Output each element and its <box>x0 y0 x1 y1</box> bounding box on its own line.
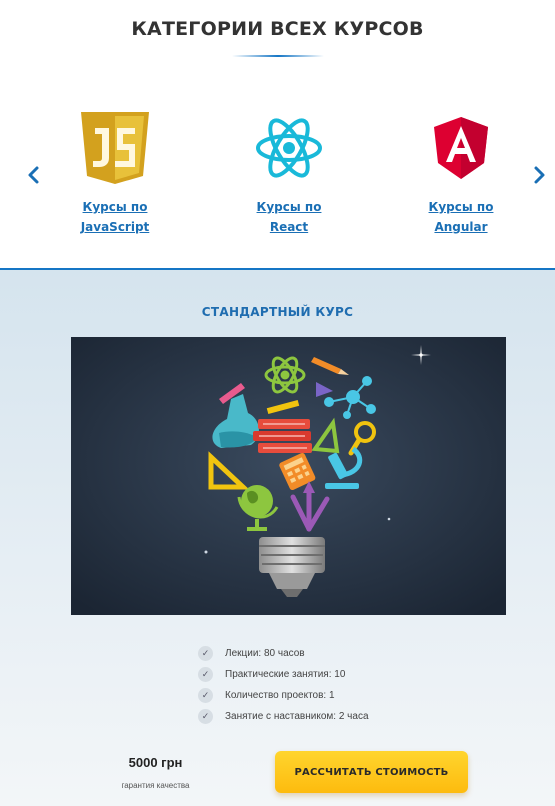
feature-text: Практические занятия: 10 <box>225 669 346 680</box>
category-label-line1: Курсы по <box>256 200 322 214</box>
category-label-line2: JavaScript <box>80 220 150 234</box>
page-title: КАТЕГОРИИ ВСЕХ КУРСОВ <box>131 18 424 40</box>
category-label[interactable]: Курсы по React <box>234 197 344 237</box>
feature-text: Занятие с наставником: 2 часа <box>225 711 369 722</box>
react-logo-icon <box>234 110 344 186</box>
category-label[interactable]: Курсы по Angular <box>406 197 516 237</box>
category-label-line2: Angular <box>434 220 488 234</box>
price-value: 5000 грн <box>128 755 183 770</box>
course-card: СТАНДАРТНЫЙ КУРС ✓ Лекции: 80 часов ✓ Пр… <box>0 268 555 806</box>
price-note: гарантия качества <box>121 781 190 790</box>
check-icon: ✓ <box>198 646 213 661</box>
calculate-price-button[interactable]: РАССЧИТАТЬ СТОИМОСТЬ <box>275 751 468 793</box>
category-angular[interactable]: Курсы по Angular <box>406 110 516 237</box>
price-block: 5000 грн гарантия качества <box>113 755 198 790</box>
page: КАТЕГОРИИ ВСЕХ КУРСОВ Курсы по JavaScrip… <box>0 0 555 806</box>
check-icon: ✓ <box>198 709 213 724</box>
javascript-logo-icon <box>60 110 170 186</box>
categories-section: КАТЕГОРИИ ВСЕХ КУРСОВ Курсы по JavaScrip… <box>0 0 555 268</box>
check-icon: ✓ <box>198 667 213 682</box>
feature-item: ✓ Лекции: 80 часов <box>198 643 369 664</box>
lightbulb-illustration-icon <box>71 337 506 615</box>
feature-text: Лекции: 80 часов <box>225 648 305 659</box>
carousel-prev-button[interactable] <box>24 163 44 187</box>
feature-item: ✓ Занятие с наставником: 2 часа <box>198 706 369 727</box>
title-underline <box>232 55 324 57</box>
feature-list: ✓ Лекции: 80 часов ✓ Практические заняти… <box>198 643 369 727</box>
chevron-left-icon <box>28 166 39 184</box>
feature-item: ✓ Практические занятия: 10 <box>198 664 369 685</box>
category-label-line1: Курсы по <box>428 200 494 214</box>
feature-item: ✓ Количество проектов: 1 <box>198 685 369 706</box>
category-javascript[interactable]: Курсы по JavaScript <box>60 110 170 237</box>
chevron-right-icon <box>534 166 545 184</box>
carousel-next-button[interactable] <box>531 163 551 187</box>
category-label-line1: Курсы по <box>82 200 148 214</box>
check-icon: ✓ <box>198 688 213 703</box>
feature-text: Количество проектов: 1 <box>225 690 335 701</box>
course-image <box>71 337 506 615</box>
course-title: СТАНДАРТНЫЙ КУРС <box>201 305 354 319</box>
category-react[interactable]: Курсы по React <box>234 110 344 237</box>
category-label[interactable]: Курсы по JavaScript <box>60 197 170 237</box>
angular-logo-icon <box>406 110 516 186</box>
category-label-line2: React <box>269 220 309 234</box>
